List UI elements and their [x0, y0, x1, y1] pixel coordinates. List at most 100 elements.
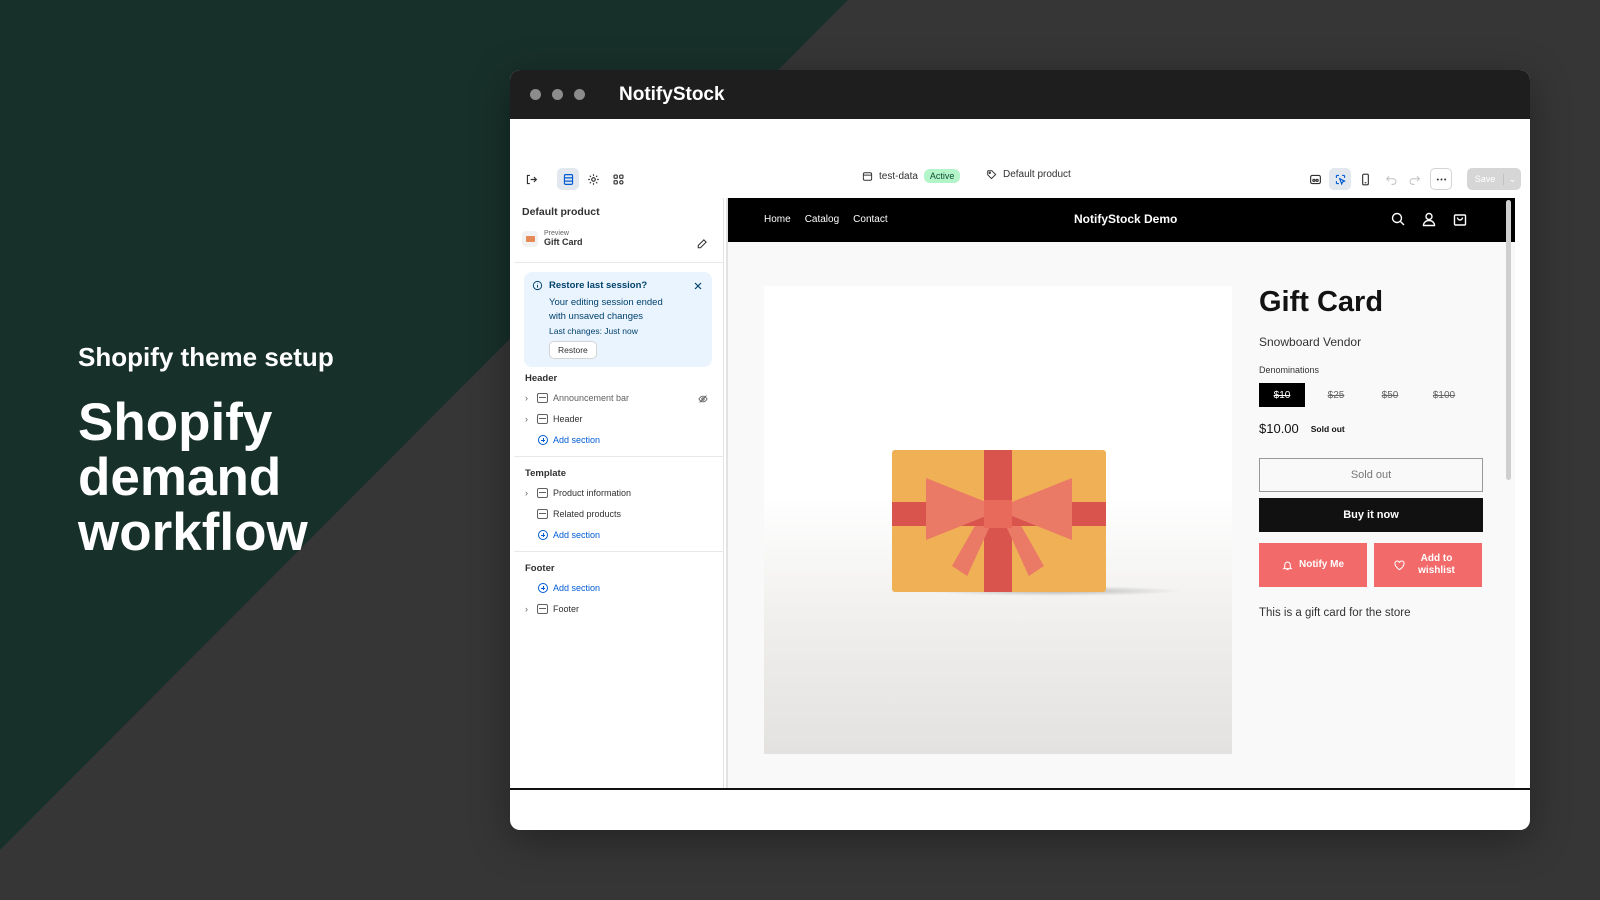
- theme-name: test-data: [879, 170, 918, 182]
- sections-sidebar: Default product Preview Gift Card Restor…: [514, 198, 724, 788]
- preview-scrollbar[interactable]: [1506, 200, 1511, 480]
- close-icon[interactable]: [692, 280, 704, 292]
- restore-button[interactable]: Restore: [549, 341, 597, 359]
- add-section-label: Add section: [553, 530, 601, 540]
- sidebar-item-header[interactable]: › Header: [525, 414, 583, 424]
- nav-link-home[interactable]: Home: [764, 214, 791, 225]
- product-description: This is a gift card for the store: [1259, 607, 1411, 619]
- section-group-footer: Footer: [525, 563, 555, 574]
- bell-icon: [1282, 561, 1293, 570]
- exit-icon[interactable]: [520, 168, 542, 190]
- undo-icon[interactable]: [1380, 168, 1402, 190]
- denomination-option[interactable]: $100: [1421, 383, 1467, 407]
- section-icon: [537, 393, 548, 403]
- info-icon: [532, 280, 543, 291]
- denominations-label: Denominations: [1259, 365, 1320, 375]
- add-section-label: Add section: [553, 583, 601, 593]
- sections-icon[interactable]: [557, 168, 579, 190]
- section-icon: [537, 488, 548, 498]
- store-brand[interactable]: NotifyStock Demo: [1074, 212, 1177, 226]
- chevron-right-icon[interactable]: ›: [525, 604, 537, 614]
- add-to-wishlist-button[interactable]: Add to wishlist: [1374, 543, 1482, 587]
- mobile-icon[interactable]: [1354, 168, 1376, 190]
- product-details: Gift Card Snowboard Vendor Denominations…: [1259, 286, 1483, 619]
- chevron-right-icon[interactable]: ›: [525, 488, 537, 498]
- denomination-option[interactable]: $10: [1259, 383, 1305, 407]
- search-icon[interactable]: [1390, 211, 1406, 227]
- restore-title: Restore last session?: [549, 280, 648, 291]
- denomination-options: $10 $25 $50 $100: [1259, 383, 1483, 407]
- sold-out-button[interactable]: Sold out: [1259, 458, 1483, 492]
- add-section-label: Add section: [553, 435, 601, 445]
- sidebar-item-announcement-bar[interactable]: › Announcement bar: [525, 393, 629, 403]
- hero-kicker: Shopify theme setup: [78, 342, 334, 372]
- sidebar-title: Default product: [522, 206, 600, 218]
- sold-out-badge: Sold out: [1310, 423, 1345, 434]
- sidebar-item-related-products[interactable]: Related products: [525, 509, 621, 519]
- gift-card-thumbnail: [522, 230, 538, 247]
- notify-me-label: Notify Me: [1299, 559, 1344, 570]
- divider: [514, 262, 724, 263]
- apps-icon[interactable]: [607, 168, 629, 190]
- sidebar-item-label: Footer: [553, 604, 580, 614]
- theme-selector[interactable]: test-data Active: [862, 169, 961, 183]
- section-icon: [537, 509, 548, 519]
- hero-title-line: workflow: [78, 503, 308, 562]
- inspector-icon[interactable]: [1304, 168, 1326, 190]
- settings-gear-icon[interactable]: [582, 168, 604, 190]
- notify-actions: Notify Me Add to wishlist: [1259, 543, 1483, 587]
- sidebar-item-label: Announcement bar: [553, 393, 630, 403]
- eye-off-icon[interactable]: [698, 394, 708, 404]
- restore-last-changes: Last changes: Just now: [549, 326, 638, 336]
- buy-it-now-button[interactable]: Buy it now: [1259, 498, 1483, 532]
- window-maximize-dot[interactable]: [574, 89, 585, 100]
- section-group-template: Template: [525, 468, 567, 479]
- sidebar-item-product-information[interactable]: › Product information: [525, 488, 631, 498]
- editor-toolbar: test-data Active Default product Save ⌄: [510, 160, 1530, 198]
- preview-label: Preview: [544, 230, 569, 237]
- save-button[interactable]: Save ⌄: [1467, 168, 1521, 190]
- sidebar-item-footer[interactable]: › Footer: [525, 604, 579, 614]
- sidebar-item-label: Header: [553, 414, 583, 424]
- denomination-option[interactable]: $50: [1367, 383, 1413, 407]
- theme-icon: [862, 171, 873, 181]
- chevron-right-icon[interactable]: ›: [525, 414, 537, 424]
- store-preview: Home Catalog Contact NotifyStock Demo Gi…: [726, 198, 1515, 788]
- chevron-right-icon[interactable]: ›: [525, 393, 537, 403]
- product-vendor: Snowboard Vendor: [1259, 335, 1362, 349]
- account-icon[interactable]: [1421, 211, 1437, 227]
- app-window: NotifyStock test-data Active Default pro…: [510, 70, 1530, 830]
- nav-link-contact[interactable]: Contact: [853, 214, 887, 225]
- window-minimize-dot[interactable]: [552, 89, 563, 100]
- template-selector[interactable]: Default product: [986, 169, 1071, 180]
- hero-text: Shopify theme setup Shopify demand workf…: [78, 342, 334, 560]
- add-section-button[interactable]: Add section: [538, 583, 600, 593]
- denomination-option[interactable]: $25: [1313, 383, 1359, 407]
- window-close-dot[interactable]: [530, 89, 541, 100]
- chevron-down-icon[interactable]: ⌄: [1503, 173, 1521, 185]
- add-section-button[interactable]: Add section: [538, 530, 600, 540]
- preview-selector[interactable]: Preview Gift Card: [522, 230, 583, 247]
- plus-circle-icon: [538, 435, 548, 445]
- plus-circle-icon: [538, 530, 548, 540]
- divider: [510, 788, 1530, 790]
- restore-session-banner: Restore last session? Your editing sessi…: [524, 272, 712, 367]
- add-section-button[interactable]: Add section: [538, 435, 600, 445]
- tag-icon: [987, 170, 997, 180]
- cart-icon[interactable]: [1452, 211, 1468, 227]
- product-image[interactable]: [764, 286, 1232, 754]
- more-icon[interactable]: [1430, 168, 1452, 190]
- plus-circle-icon: [538, 583, 548, 593]
- edit-pencil-icon[interactable]: [696, 238, 708, 250]
- heart-icon: [1394, 560, 1404, 570]
- store-nav-links: Home Catalog Contact: [764, 214, 888, 225]
- preview-item: Gift Card: [544, 237, 583, 247]
- nav-link-catalog[interactable]: Catalog: [805, 214, 839, 225]
- redo-icon[interactable]: [1403, 168, 1425, 190]
- notify-me-button[interactable]: Notify Me: [1259, 543, 1367, 587]
- template-name: Default product: [1003, 169, 1071, 180]
- section-icon: [537, 414, 548, 424]
- select-icon[interactable]: [1329, 168, 1351, 190]
- hero-title-line: Shopify: [78, 393, 273, 452]
- hero-title: Shopify demand workflow: [78, 395, 334, 560]
